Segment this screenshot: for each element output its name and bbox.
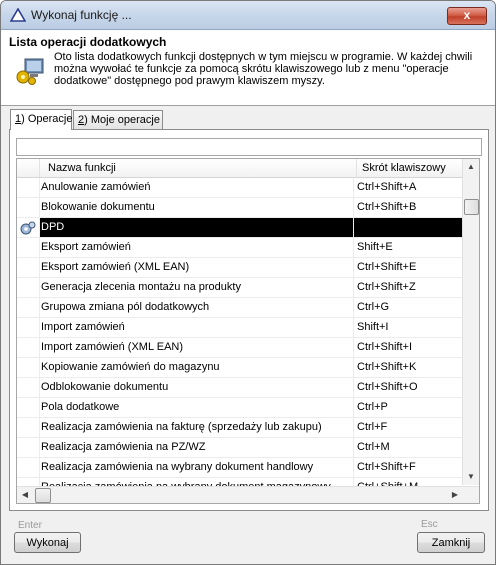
column-header-shortcut[interactable]: Skrót klawiszowy <box>357 159 463 177</box>
shortcut-key: Ctrl+P <box>357 401 388 413</box>
app-triangle-icon <box>10 8 26 22</box>
function-name: DPD <box>41 218 354 237</box>
function-name: Grupowa zmiana pól dodatkowych <box>41 298 354 317</box>
shortcut-key: Ctrl+G <box>357 301 390 313</box>
table-row[interactable]: Realizacja zamówienia na PZ/WZ Ctrl+M <box>17 438 463 458</box>
shortcut-key: Ctrl+M <box>357 441 390 453</box>
vertical-scroll-thumb[interactable] <box>464 199 479 215</box>
row-indicator <box>17 218 40 237</box>
scroll-right-icon[interactable]: ▶ <box>448 488 462 502</box>
function-name: Anulowanie zamówień <box>41 178 354 197</box>
table-row-selected[interactable]: DPD <box>17 218 463 238</box>
table-row[interactable]: Realizacja zamówienia na fakturę (sprzed… <box>17 418 463 438</box>
filter-input[interactable] <box>16 138 482 156</box>
function-name: Realizacja zamówienia na PZ/WZ <box>41 438 354 457</box>
table-row[interactable]: Odblokowanie dokumentu Ctrl+Shift+O <box>17 378 463 398</box>
row-indicator <box>17 238 40 257</box>
function-name: Pola dodatkowe <box>41 398 354 417</box>
row-indicator <box>17 258 40 277</box>
operations-panel: Nazwa funkcji Skrót klawiszowy Anulowani… <box>9 129 489 511</box>
row-indicator <box>17 458 40 477</box>
column-header-name[interactable]: Nazwa funkcji <box>40 159 357 177</box>
functions-grid: Nazwa funkcji Skrót klawiszowy Anulowani… <box>16 158 480 504</box>
esc-hint: Esc <box>421 519 438 530</box>
function-name: Import zamówień (XML EAN) <box>41 338 354 357</box>
scroll-left-icon[interactable]: ◀ <box>18 488 32 502</box>
table-row[interactable]: Import zamówień (XML EAN) Ctrl+Shift+I <box>17 338 463 358</box>
function-name: Odblokowanie dokumentu <box>41 378 354 397</box>
header-description: Oto lista dodatkowych funkcji dostępnych… <box>54 51 473 87</box>
shortcut-key: Ctrl+F <box>357 421 388 433</box>
row-indicator <box>17 358 40 377</box>
table-row[interactable]: Pola dodatkowe Ctrl+P <box>17 398 463 418</box>
function-name: Realizacja zamówienia na wybrany dokumen… <box>41 458 354 477</box>
shortcut-key: Ctrl+Shift+A <box>357 181 417 193</box>
grid-header: Nazwa funkcji Skrót klawiszowy <box>17 159 463 178</box>
shortcut-key: Ctrl+Shift+F <box>357 461 416 473</box>
horizontal-scrollbar[interactable]: ◀ ▶ <box>17 486 479 503</box>
function-name: Eksport zamówień (XML EAN) <box>41 258 354 277</box>
function-name: Import zamówień <box>41 318 354 337</box>
header-panel: Lista operacji dodatkowych Oto lista dod… <box>1 30 495 106</box>
gears-computer-icon <box>16 58 44 85</box>
shortcut-key: Ctrl+Shift+I <box>357 341 413 353</box>
tab-moje-operacje[interactable]: 2) Moje operacje <box>73 110 163 129</box>
window-close-button[interactable]: x <box>447 7 487 25</box>
shortcut-key: Shift+E <box>357 241 393 253</box>
close-button[interactable]: Zamknij <box>417 532 485 553</box>
shortcut-key: Ctrl+Shift+K <box>357 361 417 373</box>
tab-moje-operacje-label: ) Moje operacje <box>84 114 160 126</box>
title-bar[interactable]: Wykonaj funkcję ... x <box>1 1 495 30</box>
tab-operacje-label: ) Operacje <box>21 113 73 125</box>
vertical-scrollbar[interactable]: ▲ ▼ <box>462 159 479 485</box>
header-title: Lista operacji dodatkowych <box>9 35 167 49</box>
row-indicator <box>17 178 40 197</box>
plugin-gear-icon <box>20 221 36 235</box>
row-indicator <box>17 438 40 457</box>
function-name: Kopiowanie zamówień do magazynu <box>41 358 354 377</box>
table-row[interactable]: Kopiowanie zamówień do magazynu Ctrl+Shif… <box>17 358 463 378</box>
execute-button[interactable]: Wykonaj <box>14 532 81 553</box>
scroll-up-icon[interactable]: ▲ <box>464 160 478 174</box>
enter-hint: Enter <box>18 520 42 531</box>
function-name: Realizacja zamówienia na fakturę (sprzed… <box>41 418 354 437</box>
function-name: Eksport zamówień <box>41 238 354 257</box>
scroll-down-icon[interactable]: ▼ <box>464 470 478 484</box>
table-row[interactable]: Import zamówień Shift+I <box>17 318 463 338</box>
row-indicator <box>17 318 40 337</box>
table-row[interactable]: Blokowanie dokumentu Ctrl+Shift+B <box>17 198 463 218</box>
table-row[interactable]: Realizacja zamówienia na wybrany dokumen… <box>17 458 463 478</box>
row-indicator <box>17 378 40 397</box>
shortcut-key: Ctrl+Shift+B <box>357 201 417 213</box>
function-name: Generacja zlecenia montażu na produkty <box>41 278 354 297</box>
horizontal-scroll-thumb[interactable] <box>35 488 51 503</box>
row-indicator <box>17 278 40 297</box>
row-indicator <box>17 338 40 357</box>
tab-operacje[interactable]: 1) Operacje <box>10 109 72 130</box>
dialog-window: Wykonaj funkcję ... x Lista operacji dod… <box>0 0 496 565</box>
table-row[interactable]: Grupowa zmiana pól dodatkowych Ctrl+G <box>17 298 463 318</box>
row-indicator <box>17 418 40 437</box>
window-title: Wykonaj funkcję ... <box>31 8 132 22</box>
function-name: Blokowanie dokumentu <box>41 198 354 217</box>
row-indicator <box>17 198 40 217</box>
shortcut-key: Shift+I <box>357 321 389 333</box>
table-row[interactable]: Eksport zamówień Shift+E <box>17 238 463 258</box>
shortcut-key: Ctrl+Shift+O <box>357 381 418 393</box>
table-row[interactable]: Generacja zlecenia montażu na produkty Ct… <box>17 278 463 298</box>
indicator-header <box>17 159 40 177</box>
row-indicator <box>17 298 40 317</box>
shortcut-key: Ctrl+Shift+Z <box>357 281 416 293</box>
table-row[interactable]: Anulowanie zamówień Ctrl+Shift+A <box>17 178 463 198</box>
table-row[interactable]: Eksport zamówień (XML EAN) Ctrl+Shift+E <box>17 258 463 278</box>
shortcut-key: Ctrl+Shift+E <box>357 261 417 273</box>
row-indicator <box>17 398 40 417</box>
